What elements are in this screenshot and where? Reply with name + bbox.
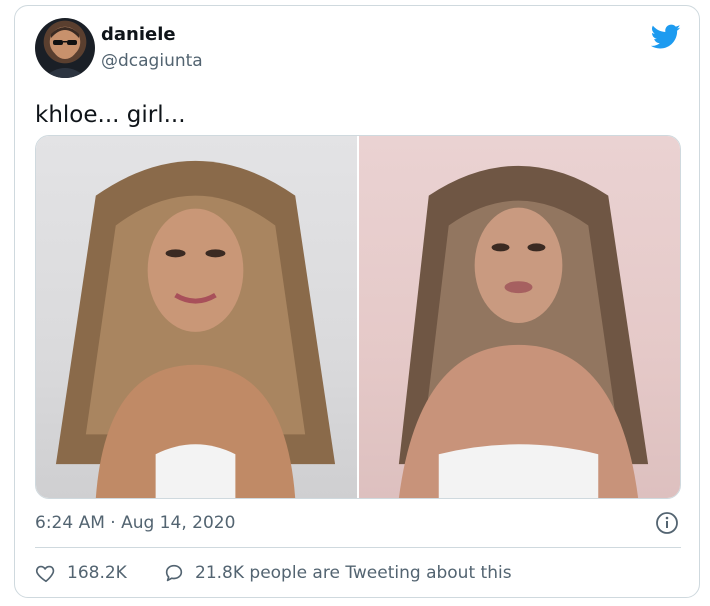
reply-button[interactable]: 21.8K people are Tweeting about this: [163, 562, 512, 584]
photo-left[interactable]: [36, 136, 357, 498]
tweet-text: khloe... girl...: [35, 102, 186, 128]
like-count: 168.2K: [67, 563, 127, 583]
speech-bubble-icon: [165, 564, 183, 582]
heart-icon: [35, 565, 55, 583]
tweeting-about-text: 21.8K people are Tweeting about this: [195, 563, 512, 583]
display-name[interactable]: daniele: [101, 24, 176, 45]
like-button[interactable]: 168.2K: [35, 562, 127, 584]
photo-right[interactable]: [359, 136, 680, 498]
avatar[interactable]: [35, 18, 95, 78]
tweet-media[interactable]: [35, 135, 681, 499]
divider: [35, 547, 681, 548]
avatar-portrait: [43, 27, 87, 78]
info-icon[interactable]: [655, 511, 679, 535]
tweet-timestamp[interactable]: 6:24 AM · Aug 14, 2020: [35, 513, 235, 533]
portrait-image: [398, 165, 649, 498]
tweet-card[interactable]: daniele @dcagiunta khloe... girl... 6:24…: [14, 5, 700, 598]
portrait-image: [55, 160, 336, 498]
twitter-bird-icon[interactable]: [650, 24, 681, 50]
user-handle[interactable]: @dcagiunta: [101, 51, 203, 71]
